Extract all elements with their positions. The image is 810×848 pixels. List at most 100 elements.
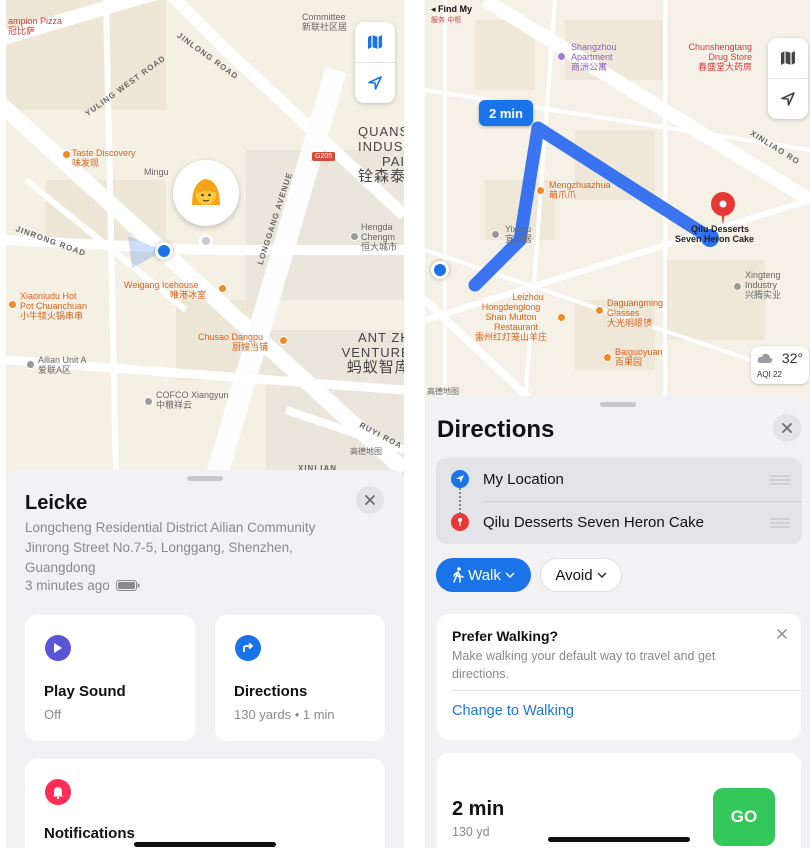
reorder-handle-icon[interactable] — [770, 474, 790, 485]
map-poi-taste-discovery: Taste Discovery 味发现 — [72, 148, 136, 168]
map-poi-shangzhou: Shangzhou Apartment 商洲公寓 — [571, 42, 617, 72]
map-attribution[interactable]: 高德地图 — [350, 446, 382, 457]
transport-mode-walk-button[interactable]: Walk — [436, 558, 531, 592]
home-indicator[interactable] — [548, 837, 690, 842]
device-name: Leicke — [25, 492, 88, 514]
avoid-options-button[interactable]: Avoid — [540, 558, 622, 592]
map-poi-chunsheng: Chunshengtang Drug Store 春盛堂大药房 — [688, 42, 753, 72]
battery-icon — [115, 580, 140, 591]
my-location-dot — [155, 242, 173, 260]
directions-sheet: Directions My Location Qilu Desserts Sev… — [425, 396, 810, 848]
notifications-card[interactable]: Notifications — [25, 759, 385, 848]
device-map[interactable]: ampion Pizza 冠比萨 Committee 新联社区居 YULING WE… — [6, 0, 404, 478]
last-seen: 3 minutes ago — [25, 578, 140, 593]
map-poi-hengda: Hengda Chengm 恒大城市 — [361, 222, 398, 252]
temperature: 32° — [781, 350, 803, 366]
map-poi-cofco: COFCO Xiangyun 中粮祥云 — [156, 390, 229, 410]
map-icon — [368, 35, 382, 49]
directions-card[interactable]: Directions 130 yards • 1 min — [215, 615, 385, 741]
sheet-grabber[interactable] — [599, 402, 636, 407]
walk-label: Walk — [468, 566, 501, 584]
directions-screen: ◂ Find My 服务·中枢 Shangzhou Apartment 商洲公寓 Ch… — [425, 0, 810, 848]
route-destination-row[interactable]: Qilu Desserts Seven Heron Cake — [436, 501, 802, 544]
route-start-row[interactable]: My Location — [436, 458, 802, 501]
map-poi-baiguo: Baiguoyuan 百果园 — [615, 347, 663, 367]
poi-food-icon — [62, 150, 71, 159]
route-start-text: My Location — [483, 471, 564, 488]
map-poi-mengzhua: Mengzhuazhua 萌爪爪 — [549, 180, 611, 200]
last-seen-text: 3 minutes ago — [25, 578, 110, 593]
device-details-sheet: Leicke Longcheng Residential District Ai… — [6, 470, 404, 848]
avatar-anchor-dot — [199, 234, 213, 248]
map-mode-button[interactable] — [355, 22, 395, 62]
back-to-find-my-button[interactable]: ◂ Find My 服务·中枢 — [431, 4, 472, 25]
poi-glasses-icon — [595, 306, 604, 315]
poi-apartment-icon — [557, 52, 566, 61]
device-address: Longcheng Residential District Ailian Co… — [25, 520, 316, 575]
poi-building-icon — [26, 360, 35, 369]
map-poi-qilu: Qilu Desserts Seven Heron Cake — [675, 224, 755, 244]
map-poi-leizhou: Leizhou Hongdenglong Shan Mutton Restaurant… — [475, 292, 548, 342]
device-avatar-pin[interactable] — [173, 160, 239, 226]
chevron-down-icon — [505, 572, 515, 578]
find-my-device-screen: ampion Pizza 冠比萨 Committee 新联社区居 YULING WE… — [6, 0, 404, 848]
map-poi-weigang: Weigang Icehouse 唯港冰室 — [124, 280, 207, 300]
directions-title: Directions — [437, 416, 555, 443]
map-controls — [768, 38, 808, 119]
route-time-badge[interactable]: 2 min — [479, 100, 533, 126]
tip-body: Make walking your default way to travel … — [452, 649, 716, 681]
play-sound-title: Play Sound — [44, 683, 126, 700]
reorder-handle-icon[interactable] — [770, 517, 790, 528]
bell-icon — [45, 779, 71, 805]
track-location-button[interactable] — [355, 62, 395, 102]
poi-building-icon — [733, 282, 742, 291]
change-to-walking-link[interactable]: Change to Walking — [452, 703, 574, 719]
map-poi-daguang: Daguangming Glasses 大光明眼镜 — [607, 298, 664, 328]
cloud-icon — [757, 353, 773, 363]
map-poi-ailian: Ailian Unit A 爱联A区 — [38, 355, 87, 375]
map-poi-yixin: Yixinju 宜欣居 — [505, 224, 533, 244]
route-option-card[interactable]: 2 min 130 yd GO — [437, 753, 801, 848]
close-button[interactable] — [356, 486, 384, 514]
map-poi-xingteng: Xingteng Industry 兴腾实业 — [745, 270, 782, 300]
map-poi-committee: Committee 新联社区居 — [302, 12, 348, 32]
route-distance: 130 yd — [452, 825, 490, 839]
prefer-walking-tip: Prefer Walking? Make walking your defaul… — [437, 614, 801, 740]
poi-fruit-icon — [603, 353, 612, 362]
map-building-quans: QUANSINDUSPAI铨森泰 — [358, 124, 404, 185]
directions-title: Directions — [234, 683, 308, 700]
map-mode-button[interactable] — [768, 38, 808, 78]
route-map[interactable]: ◂ Find My 服务·中枢 Shangzhou Apartment 商洲公寓 Ch… — [425, 0, 810, 404]
poi-building-icon — [491, 230, 500, 239]
dismiss-tip-icon[interactable] — [777, 629, 787, 639]
weather-widget[interactable]: 32° AQI 22 — [751, 346, 809, 384]
location-arrow-icon — [781, 91, 795, 106]
tip-divider — [452, 690, 801, 691]
poi-food-icon — [218, 284, 227, 293]
poi-food-icon — [8, 300, 17, 309]
map-building-ant: ANT ZHVENTURE蚂蚁智库 — [341, 330, 404, 376]
map-poi-xiaoniudu: Xiaoniudu Hot Pot Chuanchuan 小牛犊火锅串串 — [20, 291, 88, 321]
play-sound-card[interactable]: Play Sound Off — [25, 615, 195, 741]
go-button[interactable]: GO — [713, 788, 775, 846]
close-button[interactable] — [773, 414, 801, 442]
map-poi-chusao: Chusao Dangpu 厨嫂当铺 — [198, 332, 269, 352]
route-duration: 2 min — [452, 798, 505, 820]
track-location-button[interactable] — [768, 78, 808, 118]
map-icon — [781, 51, 795, 65]
person-avatar-icon — [192, 179, 220, 205]
highway-badge: G205 — [312, 152, 336, 161]
map-poi-pizza: ampion Pizza 冠比萨 — [8, 16, 63, 36]
play-sound-icon — [45, 635, 71, 661]
home-indicator[interactable] — [134, 842, 276, 847]
close-icon — [782, 423, 792, 433]
my-location-icon — [451, 470, 469, 488]
directions-icon — [235, 635, 261, 661]
directions-distance: 130 yards • 1 min — [234, 707, 335, 722]
sheet-grabber[interactable] — [187, 476, 223, 481]
route-endpoints: My Location Qilu Desserts Seven Heron Ca… — [436, 458, 802, 544]
my-location-dot — [431, 261, 449, 279]
walking-person-icon — [453, 567, 464, 583]
tip-title: Prefer Walking? — [452, 628, 559, 644]
poi-pet-icon — [536, 186, 545, 195]
